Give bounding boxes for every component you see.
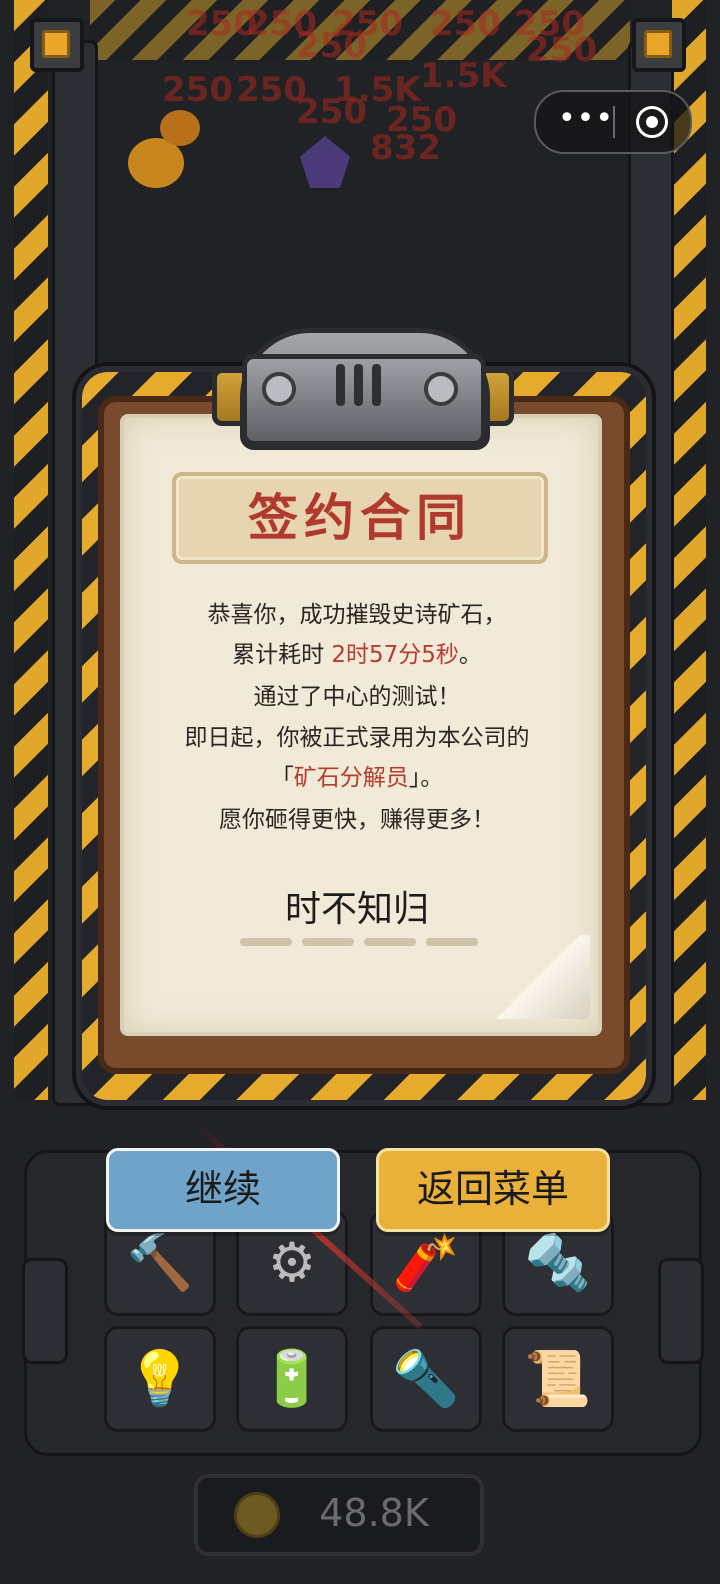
damage-number: 1.5K: [420, 56, 507, 96]
blueprint-icon: 📜: [524, 1347, 592, 1410]
message-line-5: 「矿石分解员」。: [120, 758, 594, 792]
gold-ore[interactable]: [160, 110, 200, 146]
damage-number: 250: [526, 30, 597, 70]
message-line-4: 即日起，你被正式录用为本公司的: [184, 725, 530, 751]
elapsed-time: 2时57分5秒: [331, 642, 459, 668]
dialog-title: 签约合同: [248, 489, 472, 547]
lightbulb-icon: 💡: [126, 1347, 194, 1410]
message-text: 。: [458, 642, 482, 668]
message-line-1: 恭喜你，成功摧毁史诗矿石，: [207, 602, 507, 628]
side-handle-right: [658, 1258, 704, 1364]
bolt-icon: [424, 372, 458, 406]
more-dots-icon[interactable]: •••: [556, 104, 616, 136]
message-text: 累计耗时: [232, 642, 332, 668]
message-text: 「: [270, 765, 294, 791]
clip-slot: [372, 364, 381, 406]
miniprogram-capsule: •••: [534, 90, 692, 154]
inventory-slot[interactable]: 🔋: [236, 1326, 348, 1432]
target-close-icon[interactable]: [636, 106, 668, 138]
hazard-stripe-left: [14, 0, 48, 1100]
page-curl: [490, 935, 590, 1019]
bolt-icon: [262, 372, 296, 406]
signature-underline: [364, 938, 416, 946]
message-text: 」。: [408, 765, 444, 791]
hazard-stripe-right: [672, 0, 706, 1100]
corner-light-right: [632, 18, 686, 72]
damage-number: 250: [430, 4, 501, 44]
capsule-divider: [613, 106, 615, 138]
signature: 时不知归: [284, 889, 429, 930]
currency-amount: 48.8K: [319, 1491, 429, 1535]
corner-light-left: [30, 18, 84, 72]
title-banner: 签约合同: [172, 472, 548, 564]
clip-slot: [336, 364, 345, 406]
message-line-2: 累计耗时 2时57分5秒。: [120, 635, 594, 669]
message-line-3: 通过了中心的测试！: [253, 684, 461, 710]
side-handle-left: [22, 1258, 68, 1364]
return-menu-button[interactable]: 返回菜单: [376, 1148, 610, 1232]
laser-gun-icon: 🔦: [392, 1347, 460, 1410]
job-title: 矿石分解员: [293, 765, 409, 791]
damage-number: 832: [370, 128, 441, 168]
signature-underline: [240, 938, 292, 946]
coin-icon: [234, 1492, 280, 1538]
continue-button[interactable]: 继续: [106, 1148, 340, 1232]
damage-number: 250: [162, 70, 233, 110]
signature-underline: [302, 938, 354, 946]
inventory-slot[interactable]: 📜: [502, 1326, 614, 1432]
inventory-slot[interactable]: 💡: [104, 1326, 216, 1432]
battery-icon: 🔋: [258, 1347, 326, 1410]
signature-underline: [426, 938, 478, 946]
message-line-6: 愿你砸得更快，赚得更多！: [219, 807, 495, 833]
inventory-slot[interactable]: 🔦: [370, 1326, 482, 1432]
damage-number: 250: [296, 26, 367, 66]
clip-slot: [354, 364, 363, 406]
currency-bar: 48.8K: [194, 1474, 484, 1556]
